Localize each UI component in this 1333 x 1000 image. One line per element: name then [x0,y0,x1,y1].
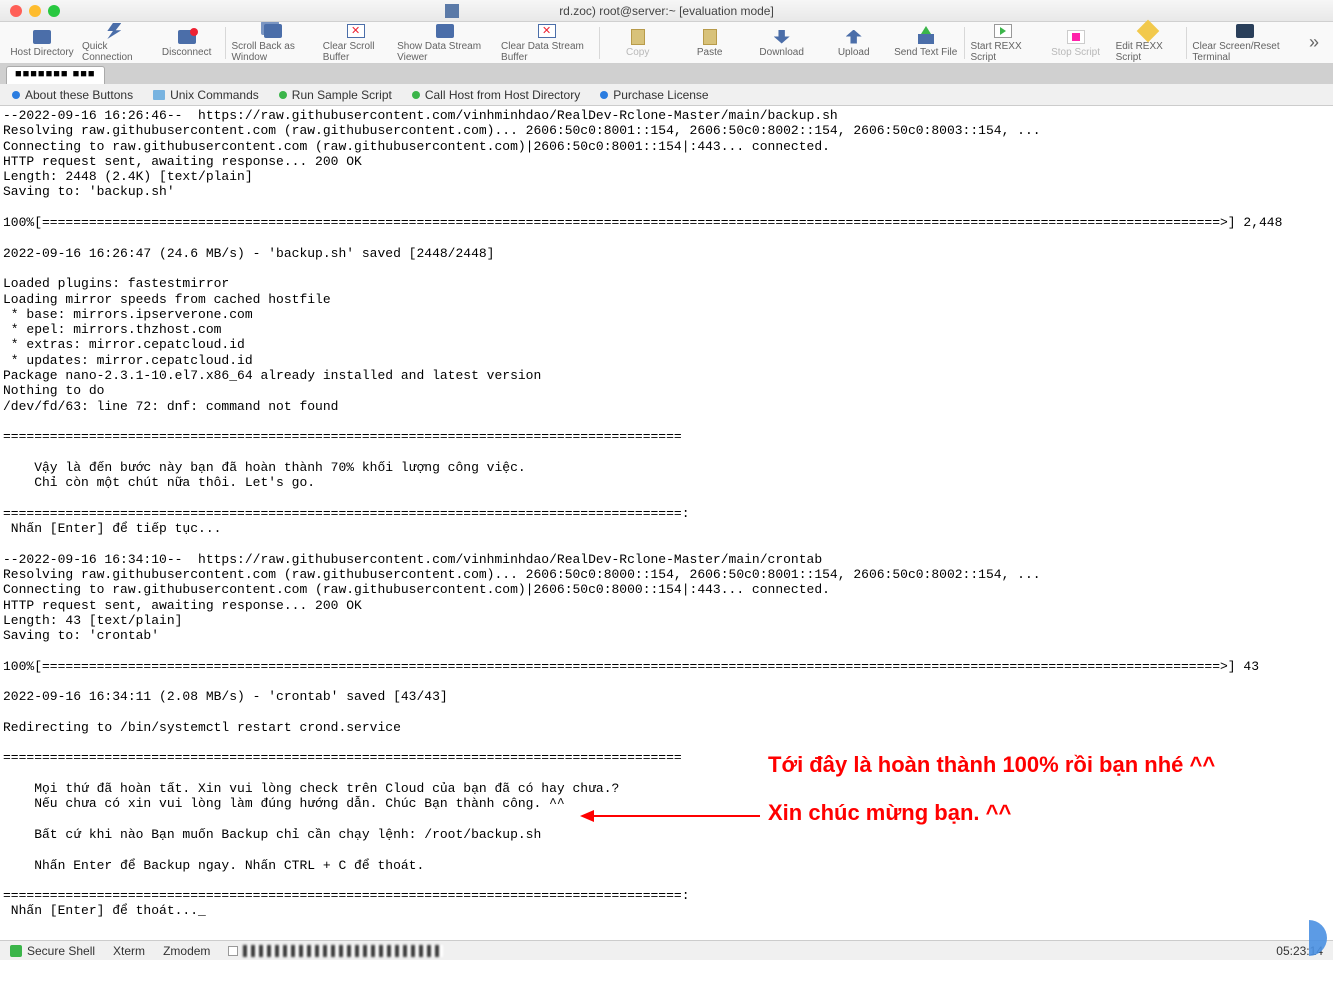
window-minimize-button[interactable] [29,5,41,17]
folder-icon [153,90,165,100]
status-bar: Secure Shell Xterm Zmodem 05:23:14 [0,940,1333,960]
status-zmodem: Zmodem [163,944,210,958]
status-xterm: Xterm [113,944,145,958]
terminal-icon [1236,24,1254,38]
stop-icon [1067,30,1085,44]
session-tab[interactable]: ■■■■■■■ ■■■ [6,66,105,84]
clear-screen-button[interactable]: Clear Screen/Reset Terminal [1188,23,1301,63]
start-rexx-button[interactable]: Start REXX Script [966,23,1039,63]
shield-icon [10,945,22,957]
scrollback-window-button[interactable]: Scroll Back as Window [227,23,318,63]
window-icon [264,24,282,38]
window-title: rd.zoc) root@server:~ [evaluation mode] [559,4,774,18]
copy-icon [631,29,645,45]
show-data-stream-button[interactable]: Show Data Stream Viewer [393,23,497,63]
quick-connection-button[interactable]: Quick Connection [78,23,151,63]
title-bar: rd.zoc) root@server:~ [evaluation mode] [0,0,1333,22]
viewer-icon [436,24,454,38]
send-file-icon [918,30,934,44]
edit-icon [1136,20,1159,43]
status-host-blurred [228,945,443,957]
checkbox-icon [228,946,238,956]
window-zoom-button[interactable] [48,5,60,17]
document-icon [445,4,459,18]
recaptcha-badge [1291,920,1327,956]
status-secure-shell: Secure Shell [10,944,95,958]
host-directory-button[interactable]: Host Directory [6,23,78,63]
clear-icon [347,24,365,38]
clear-scroll-buffer-button[interactable]: Clear Scroll Buffer [319,23,393,63]
annotation-text-2: Xin chúc mừng bạn. ^^ [768,800,1011,826]
dot-icon [279,91,287,99]
purchase-license-button[interactable]: Purchase License [600,88,708,102]
unix-commands-button[interactable]: Unix Commands [153,88,259,102]
about-buttons-button[interactable]: About these Buttons [12,88,133,102]
annotation-arrow [580,810,760,822]
clear-icon [538,24,556,38]
upload-icon [846,30,862,44]
bolt-icon [107,23,121,39]
tab-strip: ■■■■■■■ ■■■ [0,64,1333,84]
toolbar-overflow-button[interactable]: » [1301,32,1327,53]
terminal-output[interactable]: --2022-09-16 16:26:46-- https://raw.gith… [0,106,1333,921]
edit-rexx-button[interactable]: Edit REXX Script [1112,23,1184,63]
button-bar: About these Buttons Unix Commands Run Sa… [0,84,1333,106]
disconnect-icon [178,30,196,44]
dot-icon [600,91,608,99]
disconnect-button[interactable]: Disconnect [151,23,223,63]
download-icon [774,30,790,44]
stop-script-button[interactable]: Stop Script [1040,23,1112,63]
main-toolbar: Host Directory Quick Connection Disconne… [0,22,1333,64]
call-host-button[interactable]: Call Host from Host Directory [412,88,580,102]
copy-button[interactable]: Copy [602,23,674,63]
send-text-file-button[interactable]: Send Text File [890,23,962,63]
download-button[interactable]: Download [746,23,818,63]
paste-button[interactable]: Paste [674,23,746,63]
annotation-text-1: Tới đây là hoàn thành 100% rồi bạn nhé ^… [768,752,1215,778]
play-icon [994,24,1012,38]
paste-icon [703,29,717,45]
clear-data-stream-button[interactable]: Clear Data Stream Buffer [497,23,597,63]
window-close-button[interactable] [10,5,22,17]
upload-button[interactable]: Upload [818,23,890,63]
dot-icon [412,91,420,99]
dot-icon [12,91,20,99]
run-sample-script-button[interactable]: Run Sample Script [279,88,392,102]
folder-icon [33,30,51,44]
